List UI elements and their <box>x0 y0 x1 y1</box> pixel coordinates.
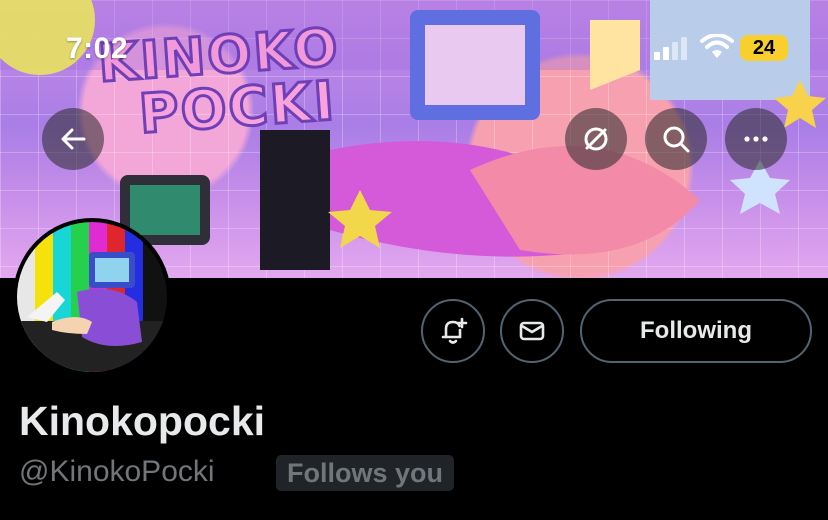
envelope-icon <box>519 321 545 341</box>
status-time: 7:02 <box>66 32 129 65</box>
bell-plus-icon <box>441 317 468 344</box>
display-name: Kinokopocki <box>19 398 266 444</box>
notifications-button[interactable] <box>421 299 485 363</box>
more-icon <box>744 136 768 142</box>
circle-slash-icon <box>584 127 608 151</box>
search-button[interactable] <box>645 108 707 170</box>
back-arrow-icon <box>61 128 86 150</box>
user-handle: @KinokoPocki <box>19 455 215 488</box>
profile-avatar[interactable] <box>13 218 171 376</box>
status-bar: 7:02 24 <box>0 0 828 90</box>
message-button[interactable] <box>500 299 564 363</box>
wifi-icon <box>700 34 734 58</box>
following-button[interactable]: Following <box>580 299 812 363</box>
cell-signal-icon <box>654 36 692 60</box>
more-button[interactable] <box>725 108 787 170</box>
repost-button[interactable] <box>565 108 627 170</box>
avatar-art <box>27 252 142 346</box>
battery-indicator: 24 <box>740 35 788 61</box>
search-icon <box>663 126 690 153</box>
back-button[interactable] <box>42 108 104 170</box>
follows-you-badge: Follows you <box>276 455 455 491</box>
